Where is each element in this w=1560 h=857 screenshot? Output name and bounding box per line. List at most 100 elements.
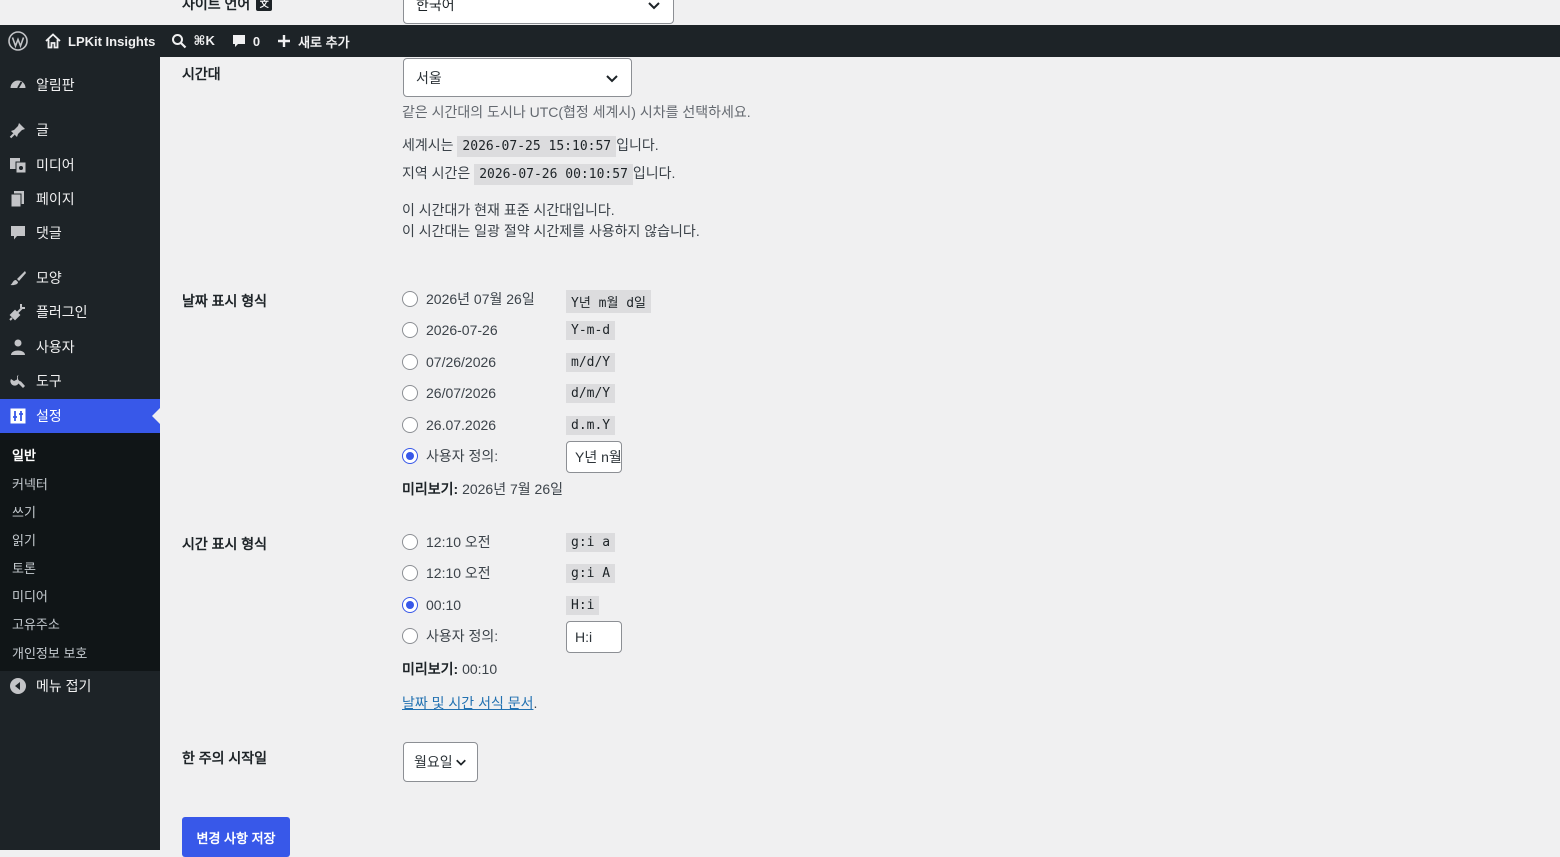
- pin-icon: [9, 121, 27, 139]
- sidebar-item-media[interactable]: 미디어: [0, 148, 160, 182]
- sidebar-item-settings[interactable]: 설정: [0, 399, 160, 433]
- site-name-link[interactable]: LPKit Insights: [36, 25, 163, 57]
- site-language-label: 사이트 언어 文: [182, 0, 273, 14]
- sidebar-item-users[interactable]: 사용자: [0, 330, 160, 364]
- date-format-code: Y년 m월 d일: [566, 290, 652, 313]
- utc-time-value: 2026-07-25 15:10:57: [457, 136, 617, 157]
- submenu-item-media[interactable]: 미디어: [12, 586, 48, 605]
- date-format-radio[interactable]: [402, 291, 418, 307]
- time-format-custom-option[interactable]: 사용자 정의:: [402, 626, 558, 646]
- sidebar-item-pages[interactable]: 페이지: [0, 182, 160, 216]
- plus-icon: [278, 35, 291, 47]
- site-language-select[interactable]: 한국어: [403, 0, 674, 24]
- settings-submenu: 일반 커넥터 쓰기 읽기 토론 미디어 고유주소 개인정보 보호: [0, 433, 160, 671]
- date-format-custom-input[interactable]: Y년 n월 j일: [566, 441, 622, 473]
- date-format-option-label: 07/26/2026: [426, 354, 497, 370]
- timezone-dst-note: 이 시간대는 일광 절약 시간제를 사용하지 않습니다.: [402, 223, 700, 239]
- date-format-custom-option[interactable]: 사용자 정의:: [402, 446, 558, 466]
- time-format-radio[interactable]: [402, 534, 418, 550]
- collapse-menu-button[interactable]: 메뉴 접기: [0, 669, 160, 703]
- date-format-code: d/m/Y: [566, 384, 616, 403]
- time-format-option[interactable]: 00:10: [402, 595, 558, 615]
- date-format-option[interactable]: 26.07.2026: [402, 415, 558, 435]
- sidebar-item-label: 댓글: [36, 225, 62, 241]
- time-format-radio[interactable]: [402, 565, 418, 581]
- sidebar-item-comments[interactable]: 댓글: [0, 216, 160, 250]
- comment-icon: [232, 35, 245, 47]
- sidebar-item-label: 설정: [36, 408, 62, 424]
- date-format-radio[interactable]: [402, 322, 418, 338]
- format-docs-link[interactable]: 날짜 및 시간 서식 문서: [402, 695, 533, 711]
- time-format-option-label: 12:10 오전: [426, 565, 491, 581]
- comments-link[interactable]: 0: [223, 25, 268, 57]
- time-format-option-label: 00:10: [426, 597, 462, 613]
- timezone-standard-note: 이 시간대가 현재 표준 시간대입니다.: [402, 202, 615, 218]
- chevron-down-icon: [606, 74, 618, 82]
- time-format-label: 시간 표시 형식: [182, 536, 268, 552]
- local-time-value: 2026-07-26 00:10:57: [474, 164, 633, 185]
- command-search-button[interactable]: ⌘K: [163, 25, 222, 57]
- time-format-option-label: 12:10 오전: [426, 534, 491, 550]
- time-format-custom-input[interactable]: H:i: [566, 621, 622, 653]
- time-format-custom-label: 사용자 정의:: [426, 628, 499, 644]
- date-format-radio[interactable]: [402, 354, 418, 370]
- sidebar-item-appearance[interactable]: 모양: [0, 261, 160, 295]
- date-format-option-label: 26.07.2026: [426, 417, 497, 433]
- sidebar-item-posts[interactable]: 글: [0, 113, 160, 147]
- submenu-item-general[interactable]: 일반: [12, 445, 36, 464]
- time-format-code: g:i A: [566, 564, 616, 583]
- collapse-icon: [9, 677, 27, 695]
- site-name-text: LPKit Insights: [68, 33, 156, 49]
- user-icon: [9, 338, 27, 356]
- date-format-radio[interactable]: [402, 417, 418, 433]
- timezone-value: 서울: [416, 69, 442, 86]
- settings-icon: [9, 407, 27, 425]
- search-icon: [172, 34, 187, 49]
- submenu-item-discussion[interactable]: 토론: [12, 558, 36, 577]
- local-time-line: 지역 시간은 2026-07-26 00:10:57 입니다.: [402, 163, 675, 185]
- time-format-option[interactable]: 12:10 오전: [402, 563, 558, 583]
- date-format-radio[interactable]: [402, 385, 418, 401]
- submenu-item-permalinks[interactable]: 고유주소: [12, 614, 60, 633]
- date-format-option[interactable]: 07/26/2026: [402, 352, 558, 372]
- wordpress-logo-icon[interactable]: [0, 25, 36, 57]
- search-shortcut-text: ⌘K: [193, 33, 215, 48]
- time-format-option[interactable]: 12:10 오전: [402, 532, 558, 552]
- date-format-option[interactable]: 2026-07-26: [402, 320, 558, 340]
- sidebar-item-label: 알림판: [36, 77, 75, 93]
- wrench-icon: [9, 372, 27, 390]
- date-format-custom-radio[interactable]: [402, 448, 418, 464]
- sidebar-item-plugins[interactable]: 플러그인: [0, 295, 160, 329]
- submenu-item-writing[interactable]: 쓰기: [12, 502, 36, 521]
- date-format-option-label: 2026년 07월 26일: [426, 291, 535, 307]
- save-changes-button[interactable]: 변경 사항 저장: [182, 817, 290, 857]
- submenu-item-reading[interactable]: 읽기: [12, 530, 36, 549]
- home-icon: [45, 33, 61, 49]
- week-start-label: 한 주의 시작일: [182, 750, 268, 766]
- utc-prefix: 세계시는: [402, 137, 454, 153]
- date-format-custom-label: 사용자 정의:: [426, 448, 499, 464]
- media-icon: [9, 156, 27, 174]
- collapse-menu-label: 메뉴 접기: [36, 678, 92, 694]
- date-format-code: d.m.Y: [566, 416, 616, 435]
- new-content-link[interactable]: 새로 추가: [268, 25, 357, 57]
- sidebar-item-label: 페이지: [36, 191, 75, 207]
- dashboard-icon: [9, 76, 27, 94]
- week-start-select[interactable]: 월요일: [403, 742, 478, 782]
- time-preview-value: 00:10: [462, 661, 498, 677]
- submenu-item-privacy[interactable]: 개인정보 보호: [12, 643, 87, 662]
- date-format-option[interactable]: 26/07/2026: [402, 383, 558, 403]
- admin-bar: LPKit Insights ⌘K 0 새로 추가: [0, 25, 1560, 57]
- timezone-description: 같은 시간대의 도시나 UTC(협정 세계시) 시차를 선택하세요.: [402, 104, 751, 120]
- submenu-item-connectors[interactable]: 커넥터: [12, 474, 48, 493]
- week-start-value: 월요일: [414, 754, 453, 770]
- timezone-select[interactable]: 서울: [403, 58, 632, 97]
- time-format-radio[interactable]: [402, 597, 418, 613]
- sidebar-item-dashboard[interactable]: 알림판: [0, 68, 160, 102]
- time-format-custom-radio[interactable]: [402, 628, 418, 644]
- time-format-code: H:i: [566, 596, 600, 615]
- date-preview-value: 2026년 7월 26일: [462, 481, 564, 497]
- date-format-option[interactable]: 2026년 07월 26일: [402, 289, 558, 309]
- site-language-row: 사이트 언어 文 한국어: [0, 0, 1560, 25]
- sidebar-item-tools[interactable]: 도구: [0, 364, 160, 398]
